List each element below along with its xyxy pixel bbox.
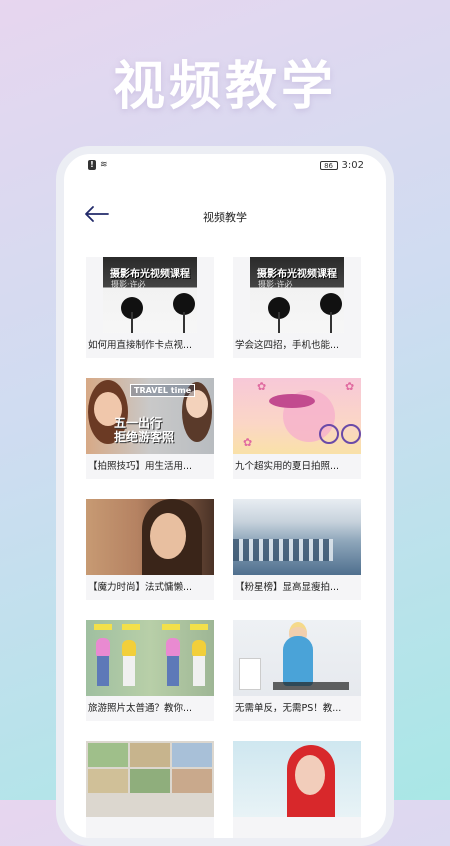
thumbnail-subtitle: 摄影·许必 — [111, 280, 146, 289]
video-card[interactable]: TRAVEL time 五一出行 拒绝游客照 【拍照技巧】用生活用... — [86, 378, 214, 479]
video-caption: 如何用直接制作卡点视... — [88, 340, 193, 351]
video-thumbnail — [86, 620, 214, 696]
studio-image: 摄影布光视频课程 摄影·许必 — [250, 257, 344, 333]
video-caption: 无需单反，无需PS！教... — [235, 703, 342, 714]
video-thumbnail: 摄影布光视频课程 摄影·许必 — [233, 257, 361, 333]
status-bar: ! ≋ 86 3:02 — [64, 154, 386, 176]
wifi-icon: ≋ — [100, 160, 108, 170]
video-thumbnail — [86, 499, 214, 575]
video-card[interactable]: 【魔力时尚】法式慵懒... — [86, 499, 214, 600]
video-card[interactable]: 摄影布光视频课程 摄影·许必 学会这四招，手机也能... — [233, 257, 361, 358]
page-title: 视频教学 — [203, 211, 247, 224]
video-card[interactable] — [233, 741, 361, 838]
video-caption — [233, 817, 361, 821]
status-right: 86 3:02 — [319, 160, 364, 171]
status-time: 3:02 — [341, 160, 364, 171]
overlay-line-1: 五一出行 — [114, 416, 163, 430]
video-thumbnail: TRAVEL time 五一出行 拒绝游客照 — [86, 378, 214, 454]
video-card[interactable]: 旅游照片太普通？教你... — [86, 620, 214, 721]
status-left: ! ≋ — [88, 160, 108, 170]
video-thumbnail — [233, 499, 361, 575]
video-card[interactable] — [86, 741, 214, 838]
video-grid: 摄影布光视频课程 摄影·许必 如何用直接制作卡点视... 摄影布光视频课程 摄影… — [86, 257, 366, 838]
video-card[interactable]: ✿ ✿ ✿ 九个超实用的夏日拍照... — [233, 378, 361, 479]
video-caption — [86, 817, 214, 821]
video-thumbnail — [233, 620, 361, 696]
thumbnail-title: 摄影布光视频课程 — [110, 269, 190, 280]
studio-image: 摄影布光视频课程 摄影·许必 — [103, 257, 197, 333]
video-caption: 【拍照技巧】用生活用... — [88, 461, 193, 472]
video-caption: 九个超实用的夏日拍照... — [235, 461, 340, 472]
nav-bar: 视频教学 — [64, 194, 386, 234]
overlay-line-2: 拒绝游客照 — [114, 430, 175, 444]
video-caption: 学会这四招，手机也能... — [235, 340, 340, 351]
video-thumbnail — [233, 741, 361, 817]
thumbnail-tag: TRAVEL time — [130, 384, 196, 397]
video-caption: 【粉星榜】显高显瘦拍... — [235, 582, 340, 593]
thumbnail-title: 摄影布光视频课程 — [257, 269, 337, 280]
video-thumbnail — [86, 741, 214, 817]
video-card[interactable]: 【粉星榜】显高显瘦拍... — [233, 499, 361, 600]
banner-title: 视频教学 — [112, 57, 337, 117]
thumbnail-subtitle: 摄影·许必 — [258, 280, 293, 289]
video-thumbnail: 摄影布光视频课程 摄影·许必 — [86, 257, 214, 333]
video-caption: 旅游照片太普通？教你... — [88, 703, 193, 714]
alert-icon: ! — [88, 160, 96, 170]
video-card[interactable]: 无需单反，无需PS！教... — [233, 620, 361, 721]
video-card[interactable]: 摄影布光视频课程 摄影·许必 如何用直接制作卡点视... — [86, 257, 214, 358]
phone-frame: ! ≋ 86 3:02 视频教学 摄影布光视频课程 摄影·许必 如何用直接制作卡… — [56, 146, 394, 846]
thumbnail-overlay-text: 五一出行 拒绝游客照 — [114, 416, 174, 444]
video-thumbnail: ✿ ✿ ✿ — [233, 378, 361, 454]
video-caption: 【魔力时尚】法式慵懒... — [88, 582, 193, 593]
battery-icon: 86 — [319, 161, 338, 170]
